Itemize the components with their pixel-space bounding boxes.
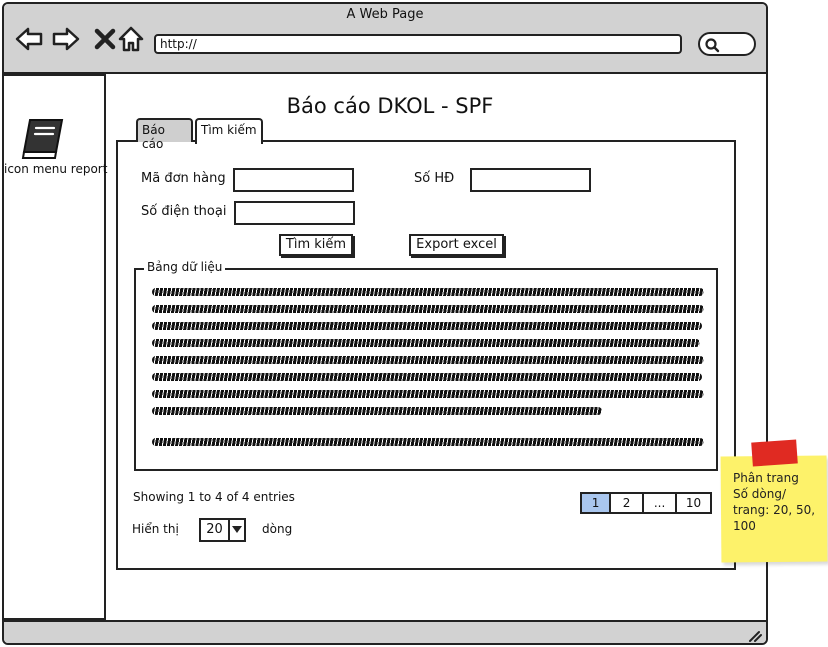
page-button[interactable]: 1 xyxy=(582,494,612,512)
sticky-note-text: Phân trang Số dòng/ trang: 20, 50, 100 xyxy=(733,471,816,533)
pagination: 1 2 ... 10 xyxy=(580,492,712,514)
page-button[interactable]: 2 xyxy=(611,494,645,512)
page-title: Báo cáo DKOL - SPF xyxy=(286,94,494,118)
sticky-note-tape xyxy=(751,439,798,467)
rows-dropdown-button[interactable] xyxy=(228,520,244,540)
placeholder-text-line xyxy=(152,322,702,330)
sidebar: icon menu report xyxy=(4,74,107,620)
placeholder-text-line xyxy=(152,390,704,398)
phone-label: Số điện thoại xyxy=(141,204,227,219)
placeholder-text-line xyxy=(152,373,702,381)
placeholder-text-line xyxy=(152,288,704,296)
chevron-down-icon xyxy=(232,526,242,533)
tab-bao-cao[interactable]: Báo cáo xyxy=(136,118,193,151)
sidebar-menu-label[interactable]: icon menu report xyxy=(4,162,107,176)
placeholder-text-line xyxy=(152,305,704,313)
placeholder-text-line xyxy=(152,438,704,446)
status-bar xyxy=(4,620,766,643)
export-excel-button[interactable]: Export excel xyxy=(409,234,504,256)
placeholder-text-line xyxy=(152,339,700,347)
page-button[interactable]: 10 xyxy=(677,494,710,512)
url-bar[interactable]: http:// xyxy=(154,34,682,54)
rows-per-page-suffix: dòng xyxy=(262,522,293,536)
placeholder-text-line xyxy=(152,356,704,364)
phone-field[interactable] xyxy=(234,201,355,225)
forward-arrow-icon[interactable] xyxy=(51,24,81,54)
home-icon[interactable] xyxy=(116,24,146,54)
data-table-legend: Bảng dữ liệu xyxy=(144,260,226,274)
data-table-box xyxy=(134,268,718,471)
rows-per-page-label: Hiển thị xyxy=(132,522,179,536)
order-code-label: Mã đơn hàng xyxy=(141,171,226,186)
browser-search-field[interactable] xyxy=(698,32,756,56)
rows-per-page-select[interactable]: 20 xyxy=(199,518,246,542)
resize-grip-icon[interactable] xyxy=(748,630,762,642)
rows-per-page-value: 20 xyxy=(206,522,223,537)
order-code-field[interactable] xyxy=(233,168,354,192)
browser-toolbar: A Web Page http:// xyxy=(4,4,766,74)
search-button[interactable]: Tìm kiếm xyxy=(279,234,353,256)
entries-summary: Showing 1 to 4 of 4 entries xyxy=(133,490,295,504)
search-icon xyxy=(705,38,720,53)
book-icon[interactable] xyxy=(18,116,68,162)
window-title: A Web Page xyxy=(346,7,424,22)
contract-field[interactable] xyxy=(470,168,591,192)
contract-label: Số HĐ xyxy=(414,171,455,186)
tab-tim-kiem[interactable]: Tìm kiếm xyxy=(195,118,263,144)
page-ellipsis: ... xyxy=(644,494,678,512)
back-arrow-icon[interactable] xyxy=(14,24,44,54)
placeholder-text-line xyxy=(152,407,602,415)
